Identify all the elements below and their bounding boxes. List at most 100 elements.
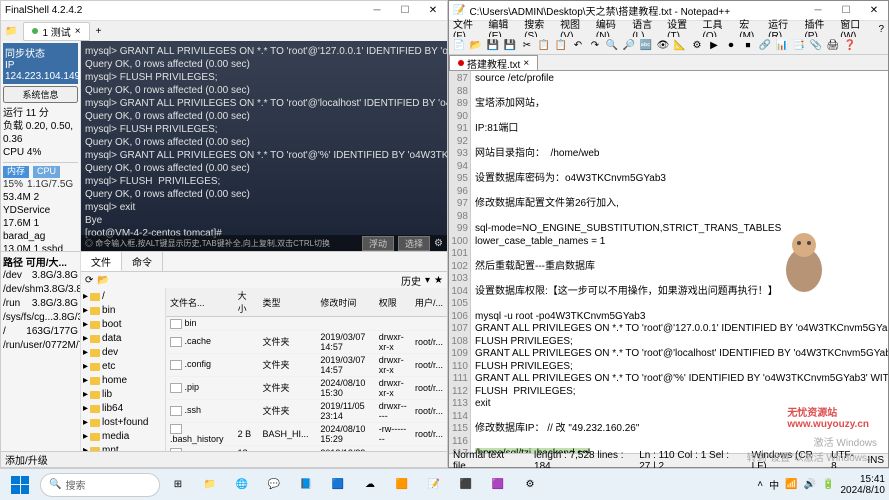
task-view-icon[interactable]: ⊞ bbox=[164, 471, 192, 499]
table-row[interactable]: .config文件夹2019/03/07 14:57drwxr-xr-xroot… bbox=[166, 353, 447, 376]
tree-item-boot[interactable]: ▸ boot bbox=[83, 318, 163, 332]
mascot-overlay bbox=[779, 225, 829, 295]
notepadpp-taskbar-icon[interactable]: 📝 bbox=[420, 471, 448, 499]
toolbar-icon[interactable]: 📐 bbox=[672, 38, 688, 54]
tree-item-etc[interactable]: ▸ etc bbox=[83, 360, 163, 374]
toolbar-icon[interactable]: 💾 bbox=[502, 38, 518, 54]
file-tree[interactable]: ▸ /▸ bin▸ boot▸ data▸ dev▸ etc▸ home▸ li… bbox=[81, 288, 166, 451]
battery-icon[interactable]: 🔋 bbox=[822, 479, 834, 490]
toolbar-icon[interactable]: 🔗 bbox=[757, 38, 773, 54]
tree-item-lib[interactable]: ▸ lib bbox=[83, 388, 163, 402]
app1-icon[interactable]: 📘 bbox=[292, 471, 320, 499]
tree-item-/[interactable]: ▸ / bbox=[83, 290, 163, 304]
finalshell-window: FinalShell 4.2.4.2 ─ ☐ ✕ 📁 1 测试× + 同步状态 … bbox=[0, 0, 448, 468]
sysinfo-button[interactable]: 系统信息 bbox=[3, 86, 78, 103]
float-button[interactable]: 浮动 bbox=[362, 236, 394, 251]
menubar[interactable]: 文件(F)编辑(E)搜索(S)视图(V)编码(N)语言(L)设置(T)工具(O)… bbox=[449, 21, 888, 37]
toolbar-icon[interactable]: 📎 bbox=[808, 38, 824, 54]
tree-item-lost+found[interactable]: ▸ lost+found bbox=[83, 416, 163, 430]
terminal[interactable]: mysql> GRANT ALL PRIVILEGES ON *.* TO 'r… bbox=[81, 41, 447, 251]
start-button[interactable] bbox=[4, 471, 36, 499]
wechat-icon[interactable]: 💬 bbox=[260, 471, 288, 499]
toolbar-icon[interactable]: ↷ bbox=[587, 38, 603, 54]
cmd-tab[interactable]: 命令 bbox=[122, 252, 163, 271]
toolbar-icon[interactable]: ⚙ bbox=[689, 38, 705, 54]
table-row[interactable]: .ssh文件夹2019/11/05 23:14drwxr-----root/r.… bbox=[166, 399, 447, 422]
tree-item-mnt[interactable]: ▸ mnt bbox=[83, 444, 163, 451]
tree-item-data[interactable]: ▸ data bbox=[83, 332, 163, 346]
toolbar-icon[interactable]: 📋 bbox=[553, 38, 569, 54]
activate-windows: 激活 Windows 转到"设置"以激活 Windows。 bbox=[747, 434, 877, 464]
taskbar[interactable]: 🔍搜索 ⊞ 📁 🌐 💬 📘 🟦 ☁ 🟧 📝 ⬛ 🟪 ⚙ ˄ 中 📶 🔊 🔋 15… bbox=[0, 468, 889, 500]
history-dropdown-icon[interactable]: ▾ bbox=[425, 275, 430, 286]
toolbar-icon[interactable]: ❓ bbox=[842, 38, 858, 54]
document-tab[interactable]: 搭建教程.txt× bbox=[449, 55, 538, 70]
edge-icon[interactable]: 🌐 bbox=[228, 471, 256, 499]
tree-item-media[interactable]: ▸ media bbox=[83, 430, 163, 444]
chevron-up-icon[interactable]: ˄ bbox=[757, 479, 763, 490]
tree-item-lib64[interactable]: ▸ lib64 bbox=[83, 402, 163, 416]
table-row[interactable]: bin bbox=[166, 317, 447, 331]
toolbar-icon[interactable]: ✂ bbox=[519, 38, 535, 54]
table-row[interactable]: .pip文件夹2024/08/10 15:30drwxr-xr-xroot/r.… bbox=[166, 376, 447, 399]
toolbar-icon[interactable]: 👁 bbox=[655, 38, 671, 54]
toolbar-icon[interactable]: 📄 bbox=[451, 38, 467, 54]
menu-item[interactable]: ? bbox=[878, 24, 884, 35]
finalshell-title: FinalShell 4.2.4.2 bbox=[5, 5, 82, 16]
sync-status[interactable]: 同步状态 bbox=[5, 45, 76, 60]
file-table[interactable]: 文件名...大小类型修改时间权限用户/... bin .cache文件夹2019… bbox=[166, 288, 447, 451]
app6-icon[interactable]: ⚙ bbox=[516, 471, 544, 499]
file-toolbar: ⟳ 📂 历史 ▾ ★ bbox=[81, 272, 447, 288]
table-row[interactable]: .bash_history2 BBASH_HI...2024/08/10 15:… bbox=[166, 422, 447, 446]
tree-item-bin[interactable]: ▸ bin bbox=[83, 304, 163, 318]
ip-label: IP 124.223.104.149 bbox=[5, 60, 76, 82]
finalshell-statusbar[interactable]: 添加/升级 bbox=[1, 451, 447, 467]
toolbar-icon[interactable]: 📂 bbox=[468, 38, 484, 54]
file-tab[interactable]: 文件 bbox=[81, 252, 122, 271]
toolbar-icon[interactable]: 🔍 bbox=[604, 38, 620, 54]
toolbar-icon[interactable]: ⏹ bbox=[740, 38, 756, 54]
toolbar-icon[interactable]: ⏺ bbox=[723, 38, 739, 54]
explorer-icon[interactable]: 📁 bbox=[196, 471, 224, 499]
toolbar-icon[interactable]: ▶ bbox=[706, 38, 722, 54]
maximize-button[interactable]: ☐ bbox=[395, 3, 415, 19]
toolbar-icon[interactable]: 🔎 bbox=[621, 38, 637, 54]
bookmark-icon[interactable]: ★ bbox=[434, 275, 443, 286]
gear-icon[interactable]: ⚙ bbox=[434, 238, 443, 249]
minimize-button[interactable]: ─ bbox=[367, 3, 387, 19]
app5-icon[interactable]: 🟪 bbox=[484, 471, 512, 499]
toolbar-icon[interactable]: 📋 bbox=[536, 38, 552, 54]
add-tab-button[interactable]: + bbox=[96, 26, 102, 37]
close-button[interactable]: ✕ bbox=[423, 3, 443, 19]
select-button[interactable]: 选择 bbox=[398, 236, 430, 251]
finalshell-taskbar-icon[interactable]: ⬛ bbox=[452, 471, 480, 499]
app4-icon[interactable]: 🟧 bbox=[388, 471, 416, 499]
toolbar[interactable]: 📄📂💾💾✂📋📋↶↷🔍🔎🔤👁📐⚙▶⏺⏹🔗📊📑📎🖨❓ bbox=[449, 37, 888, 55]
table-row[interactable]: .cache文件夹2019/03/07 14:57drwxr-xr-xroot/… bbox=[166, 330, 447, 353]
notepadpp-icon: 📝 bbox=[453, 5, 465, 16]
toolbar-icon[interactable]: 🖨 bbox=[825, 38, 841, 54]
watermark: 无忧资源站 www.wuyouzy.cn bbox=[787, 404, 869, 430]
language-indicator[interactable]: 中 bbox=[769, 477, 779, 492]
toolbar-icon[interactable]: 📊 bbox=[774, 38, 790, 54]
sync-icon[interactable]: ⟳ bbox=[85, 275, 93, 286]
folder-icon[interactable]: 📁 bbox=[5, 26, 17, 37]
toolbar-icon[interactable]: 📑 bbox=[791, 38, 807, 54]
toolbar-icon[interactable]: 🔤 bbox=[638, 38, 654, 54]
toolbar-icon[interactable]: 💾 bbox=[485, 38, 501, 54]
volume-icon[interactable]: 🔊 bbox=[804, 479, 816, 490]
system-tray[interactable]: ˄ 中 📶 🔊 🔋 15:41 2024/8/10 bbox=[757, 474, 885, 496]
folder-open-icon[interactable]: 📂 bbox=[97, 275, 109, 286]
tree-item-dev[interactable]: ▸ dev bbox=[83, 346, 163, 360]
session-tab[interactable]: 1 测试× bbox=[23, 22, 89, 41]
app2-icon[interactable]: 🟦 bbox=[324, 471, 352, 499]
finalshell-titlebar: FinalShell 4.2.4.2 ─ ☐ ✕ bbox=[1, 1, 447, 21]
app3-icon[interactable]: ☁ bbox=[356, 471, 384, 499]
clock[interactable]: 15:41 2024/8/10 bbox=[841, 474, 886, 496]
finalshell-toolbar: 📁 1 测试× + bbox=[1, 21, 447, 41]
wifi-icon[interactable]: 📶 bbox=[785, 479, 797, 490]
tree-item-home[interactable]: ▸ home bbox=[83, 374, 163, 388]
line-gutter: 8788899091929394959697989910010110210310… bbox=[449, 71, 471, 453]
toolbar-icon[interactable]: ↶ bbox=[570, 38, 586, 54]
search-box[interactable]: 🔍搜索 bbox=[40, 473, 160, 497]
